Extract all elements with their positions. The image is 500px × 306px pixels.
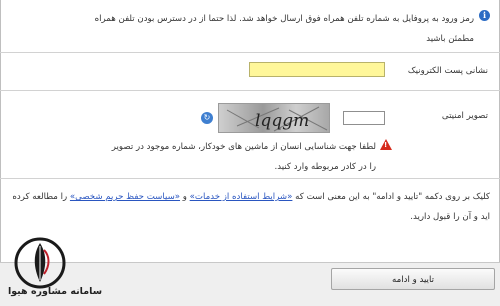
terms-middle: و [180,192,190,202]
privacy-policy-link[interactable]: «سیاست حفظ حریم شخصی» [70,192,180,202]
logo-emblem [14,237,66,289]
logo-text: سامانه مشاوره هیوا [7,286,103,297]
captcha-label: تصویر امنیتی [441,111,488,121]
email-label: نشانی پست الکترونیک [407,66,488,76]
terms-before: کلیک بر روی دکمه "تایید و ادامه" به این … [292,192,490,202]
info-icon: i [479,10,490,21]
refresh-icon[interactable]: ↻ [201,112,213,124]
divider [0,178,500,179]
warning-icon: ! [380,139,392,150]
divider [0,90,500,91]
notice-text: رمز ورود به پروفایل به شماره تلفن همراه … [94,14,474,44]
captcha-input[interactable] [343,111,385,125]
divider [0,52,500,53]
captcha-text: lqqgm [255,111,309,131]
email-field[interactable] [249,62,385,77]
warning-text: لطفا جهت شناسایی انسان از ماشین های خودک… [111,142,376,172]
submit-button[interactable]: تایید و ادامه [331,268,495,290]
captcha-image: lqqgm [218,103,330,133]
terms-text: کلیک بر روی دکمه "تایید و ادامه" به این … [12,187,490,227]
captcha-graphic: lqqgm [226,106,328,132]
terms-of-service-link[interactable]: «شرایط استفاده از خدمات» [190,192,293,202]
